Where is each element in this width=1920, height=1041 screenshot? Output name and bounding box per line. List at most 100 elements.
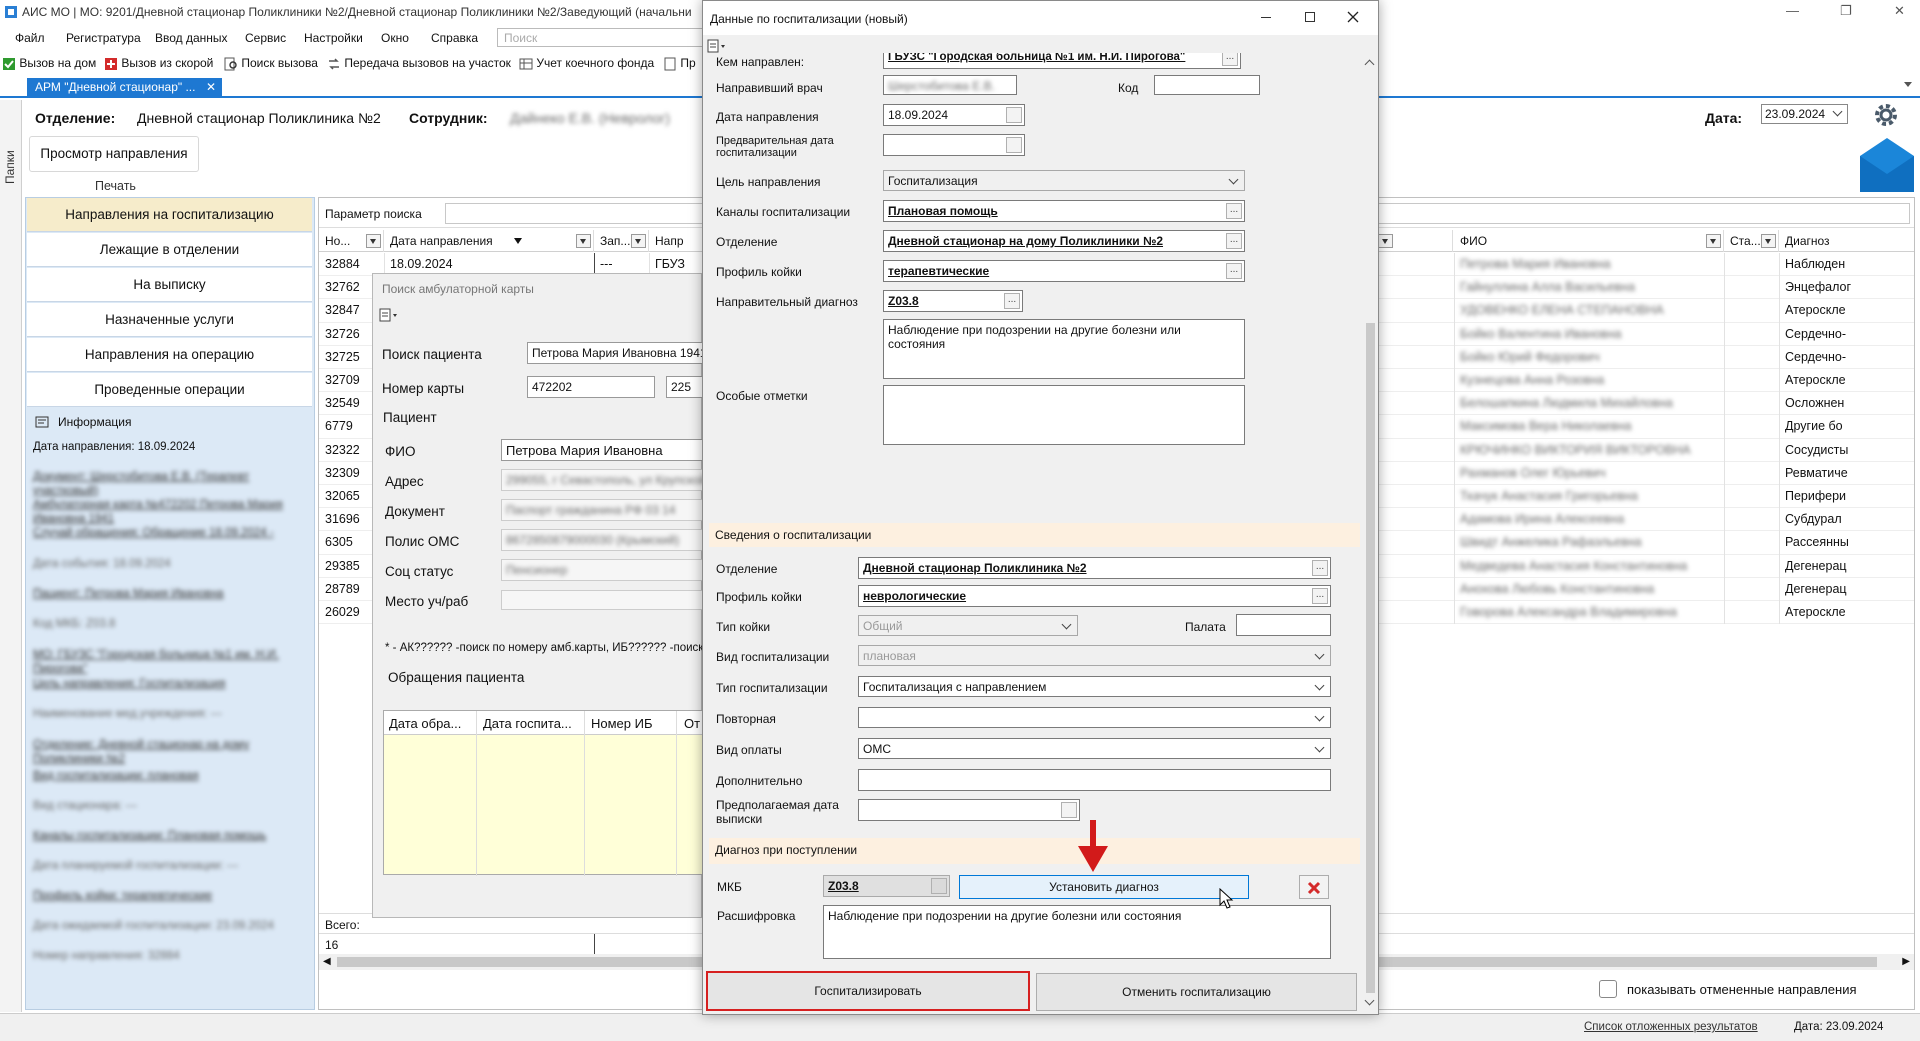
print-menu-icon[interactable] xyxy=(379,308,401,322)
ambulance-call-button[interactable]: Вызов из скорой xyxy=(104,56,213,71)
col-referral-date[interactable]: Дата направления xyxy=(384,230,594,252)
nav-hospitalization-referrals[interactable]: Направления на госпитализацию xyxy=(27,198,312,232)
info-patient-link[interactable]: Пациент: Петрова Мария Ивановна xyxy=(33,588,224,600)
ward-input[interactable] xyxy=(1236,614,1331,636)
payment-select[interactable]: ОМС xyxy=(858,738,1331,759)
menu-file[interactable]: Файл xyxy=(15,31,45,45)
menu-window[interactable]: Окно xyxy=(381,31,409,45)
main-close-button[interactable]: ✕ xyxy=(1894,3,1905,19)
hosp-bed-input[interactable]: неврологические... xyxy=(858,585,1331,607)
nav-assigned-services[interactable]: Назначенные услуги xyxy=(27,303,312,337)
col-fio-filter-icon[interactable] xyxy=(1706,234,1721,248)
folders-strip[interactable]: Папки xyxy=(0,100,22,1012)
info-goal-link[interactable]: Цель направления: Госпитализация xyxy=(33,678,225,690)
info-case-link[interactable]: Случай обращения: Обращение 18.09.2024 - xyxy=(33,527,295,539)
referral-date-input[interactable]: 18.09.2024 xyxy=(883,104,1025,126)
mkb-input[interactable]: Z03.8 xyxy=(823,875,950,897)
menu-service[interactable]: Сервис xyxy=(245,31,286,45)
hosp-type-select[interactable]: Госпитализация с направлением xyxy=(858,676,1331,697)
scroll-down-icon[interactable] xyxy=(1364,995,1375,1006)
discharge-date-input[interactable] xyxy=(858,799,1080,821)
call-search-button[interactable]: Поиск вызова xyxy=(224,56,318,71)
dialog-vertical-scrollbar[interactable] xyxy=(1363,53,1378,1013)
main-minimize-button[interactable]: — xyxy=(1786,3,1799,18)
menu-registry[interactable]: Регистратура xyxy=(66,31,141,45)
scroll-left-icon[interactable]: ◀ xyxy=(323,956,331,967)
card-number-input[interactable]: 472202 xyxy=(527,376,655,398)
scroll-right-icon[interactable]: ▶ xyxy=(1902,956,1910,967)
col-diagnosis[interactable]: Диагноз xyxy=(1779,230,1914,252)
info-hosp-kind-link[interactable]: Вид госпитализации: плановая xyxy=(33,770,199,782)
tab-overflow-icon[interactable] xyxy=(1904,82,1912,91)
tab-arm-day-hospital[interactable]: АРМ "Дневной стационар" ... ✕ xyxy=(27,78,222,97)
date-picker[interactable]: 23.09.2024 xyxy=(1761,104,1848,124)
nav-in-department[interactable]: Лежащие в отделении xyxy=(27,233,312,267)
referral-bed-ellipsis-button[interactable]: ... xyxy=(1226,263,1242,279)
info-card-link[interactable]: Амбулаторная карта №472202 Петрова Мария… xyxy=(33,498,295,526)
main-restore-button[interactable]: ❐ xyxy=(1840,3,1852,19)
clear-diagnosis-button[interactable] xyxy=(1299,875,1329,899)
menu-settings[interactable]: Настройки xyxy=(304,31,363,45)
visit-col-hosp-date[interactable]: Дата госпита... xyxy=(483,716,572,731)
referral-date-calendar-button[interactable] xyxy=(1006,107,1022,123)
bed-fund-button[interactable]: Учет коечного фонда xyxy=(519,56,654,71)
dialog-close-button[interactable] xyxy=(1347,11,1359,23)
visit-col-ib[interactable]: Номер ИБ xyxy=(591,716,653,731)
referral-diagnosis-ellipsis-button[interactable]: ... xyxy=(1004,293,1020,309)
col-referrer[interactable]: Напр xyxy=(649,230,689,252)
hosp-kind-select[interactable]: плановая xyxy=(858,645,1331,666)
view-referral-button[interactable]: Просмотр направления xyxy=(29,136,199,172)
col-record[interactable]: Зап... xyxy=(594,230,649,252)
show-cancelled-checkbox[interactable] xyxy=(1599,980,1617,998)
hosp-bed-ellipsis-button[interactable]: ... xyxy=(1312,588,1328,604)
col-status-filter-icon[interactable] xyxy=(1761,234,1776,248)
scroll-up-icon[interactable] xyxy=(1364,59,1375,70)
referral-diagnosis-text[interactable]: Наблюдение при подозрении на другие боле… xyxy=(883,319,1245,379)
visit-col-date[interactable]: Дата обра... xyxy=(389,716,461,731)
info-bed-profile-link[interactable]: Профиль койки: терапевтические xyxy=(33,890,212,902)
channel-input[interactable]: Плановая помощь... xyxy=(883,200,1245,222)
gear-icon[interactable] xyxy=(1872,101,1900,129)
referral-diagnosis-input[interactable]: Z03.8... xyxy=(883,290,1023,312)
toolbar-more-button[interactable]: Пр xyxy=(663,56,696,71)
channel-ellipsis-button[interactable]: ... xyxy=(1226,203,1242,219)
referral-department-ellipsis-button[interactable]: ... xyxy=(1226,233,1242,249)
col-hidden-filter-icon[interactable] xyxy=(1378,234,1393,248)
dialog-scroll-thumb[interactable] xyxy=(1366,323,1375,993)
referring-doctor-input[interactable]: Шерстобитова Е.В. xyxy=(883,75,1017,95)
info-mo-link[interactable]: МО: ГБУЗС "Городская больница №1 им. Н.И… xyxy=(33,648,295,676)
col-fio[interactable]: ФИО xyxy=(1454,230,1724,252)
referral-bed-input[interactable]: терапевтические... xyxy=(883,260,1245,282)
goal-select[interactable]: Госпитализация xyxy=(883,170,1245,191)
preliminary-date-calendar-button[interactable] xyxy=(1006,137,1022,153)
visit-col-from[interactable]: От xyxy=(684,716,700,731)
info-document-link[interactable]: Документ: Шерстобитова Е.В. (Терапевт уч… xyxy=(33,470,295,498)
patient-search-input[interactable]: Петрова Мария Ивановна 1941 xyxy=(527,342,707,364)
col-number-filter-icon[interactable] xyxy=(366,234,381,248)
referral-department-input[interactable]: Дневной стационар на дому Поликлиники №2… xyxy=(883,230,1245,252)
set-diagnosis-button[interactable]: Установить диагноз xyxy=(959,875,1249,899)
info-channel-link[interactable]: Каналы госпитализации: Плановая помощь xyxy=(33,830,266,842)
nav-operation-referrals[interactable]: Направления на операцию xyxy=(27,338,312,372)
dialog-minimize-button[interactable] xyxy=(1261,17,1271,18)
nav-performed-operations[interactable]: Проведенные операции xyxy=(27,373,312,407)
menu-search-input[interactable]: Поиск xyxy=(497,28,707,47)
code-input[interactable] xyxy=(1154,75,1260,95)
menu-data-entry[interactable]: Ввод данных xyxy=(155,31,228,45)
card-number-suffix-input[interactable]: 225 xyxy=(666,376,706,398)
col-number[interactable]: Но... xyxy=(319,230,384,252)
bed-type-select[interactable]: Общий xyxy=(858,615,1078,636)
hosp-department-ellipsis-button[interactable]: ... xyxy=(1312,560,1328,576)
decode-text[interactable]: Наблюдение при подозрении на другие боле… xyxy=(823,905,1331,959)
hospitalize-button[interactable]: Госпитализировать xyxy=(706,971,1030,1011)
tab-close-icon[interactable]: ✕ xyxy=(206,80,216,94)
preliminary-date-input[interactable] xyxy=(883,134,1025,156)
additional-input[interactable] xyxy=(858,769,1331,791)
deferred-results-link[interactable]: Список отложенных результатов xyxy=(1584,1021,1758,1033)
call-transfer-button[interactable]: Передача вызовов на участок xyxy=(327,56,511,71)
menu-help[interactable]: Справка xyxy=(431,31,478,45)
cancel-hospitalization-button[interactable]: Отменить госпитализацию xyxy=(1036,973,1357,1011)
hosp-department-input[interactable]: Дневной стационар Поликлиника №2... xyxy=(858,557,1331,579)
info-department-link[interactable]: Отделение: Дневной стационар на дому Пол… xyxy=(33,738,295,766)
col-status[interactable]: Ста... xyxy=(1724,230,1779,252)
